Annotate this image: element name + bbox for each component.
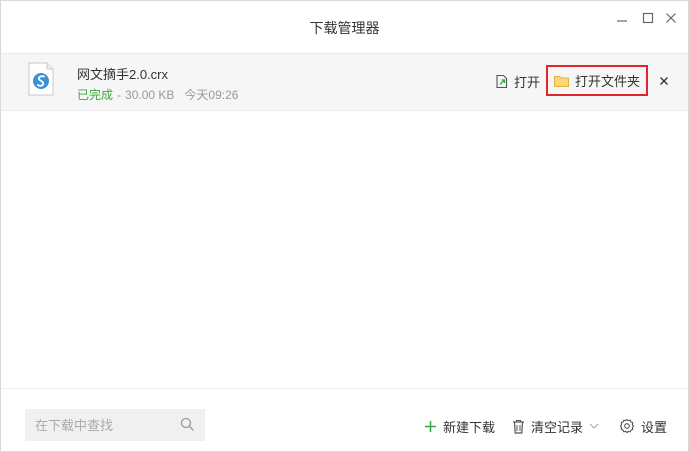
minimize-icon bbox=[617, 20, 627, 22]
minimize-button[interactable] bbox=[613, 9, 631, 27]
maximize-icon bbox=[642, 12, 654, 24]
maximize-button[interactable] bbox=[639, 9, 657, 27]
search-input[interactable] bbox=[25, 409, 175, 441]
clear-records-label: 清空记录 bbox=[531, 419, 584, 435]
download-meta: 已完成 -30.00 KB 今天09:26 bbox=[77, 86, 238, 103]
close-icon bbox=[666, 13, 676, 23]
file-size: 30.00 KB bbox=[125, 88, 175, 102]
remove-item-button[interactable] bbox=[657, 74, 671, 88]
meta-separator: - bbox=[117, 88, 122, 102]
settings-label: 设置 bbox=[641, 419, 668, 435]
open-file-label: 打开 bbox=[514, 74, 541, 90]
chevron-down-icon bbox=[589, 423, 599, 429]
footer-bar: 新建下载 清空记录 bbox=[1, 388, 688, 452]
open-folder-label: 打开文件夹 bbox=[574, 74, 640, 89]
search-box bbox=[25, 409, 205, 441]
new-download-label: 新建下载 bbox=[443, 419, 496, 435]
status-text: 已完成 bbox=[77, 88, 114, 102]
settings-button[interactable]: 设置 bbox=[619, 417, 667, 435]
open-file-button[interactable]: 打开 bbox=[495, 71, 540, 91]
search-icon[interactable] bbox=[180, 417, 195, 432]
gear-icon bbox=[619, 418, 635, 434]
file-name: 网文摘手2.0.crx bbox=[77, 67, 169, 82]
download-item[interactable]: 网文摘手2.0.crx 已完成 -30.00 KB 今天09:26 打开 打开文件夹 bbox=[1, 54, 688, 111]
open-file-icon bbox=[496, 74, 508, 88]
plus-icon bbox=[425, 420, 436, 432]
download-time: 今天09:26 bbox=[184, 88, 239, 102]
clear-records-button[interactable]: 清空记录 bbox=[512, 417, 599, 435]
folder-icon bbox=[553, 75, 569, 87]
crx-file-icon bbox=[28, 62, 54, 96]
window-title: 下载管理器 bbox=[309, 20, 380, 36]
new-download-button[interactable]: 新建下载 bbox=[424, 417, 495, 435]
download-manager-window: 下载管理器 网文摘手2.0.crx 已完成 -30.00 KB 今天09:26 … bbox=[0, 0, 689, 452]
trash-icon bbox=[513, 419, 524, 434]
window-close-button[interactable] bbox=[662, 9, 680, 27]
open-folder-button[interactable]: 打开文件夹 bbox=[546, 65, 648, 96]
close-icon bbox=[660, 77, 668, 85]
title-bar: 下载管理器 bbox=[1, 1, 688, 54]
